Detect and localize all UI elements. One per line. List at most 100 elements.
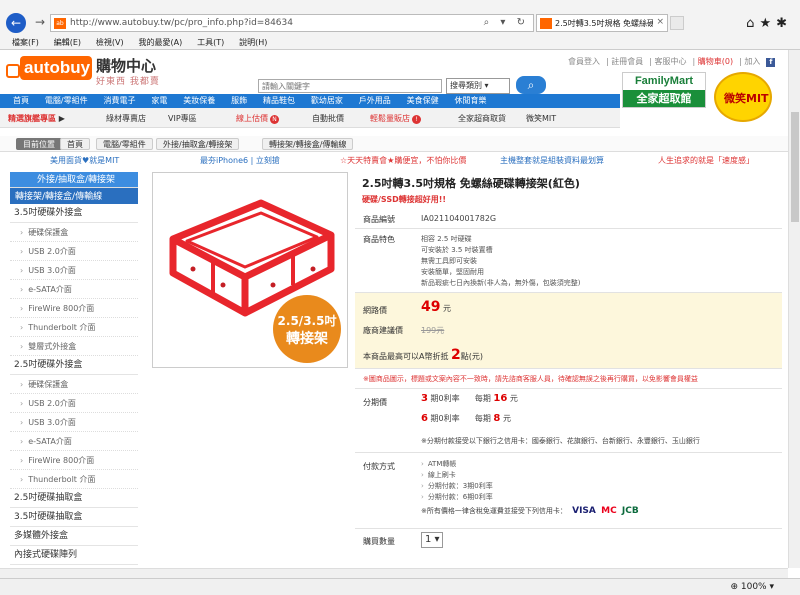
hdd-bracket-image: 2.5/3.5吋 轉接架: [169, 199, 341, 363]
facebook-icon[interactable]: f: [766, 58, 776, 67]
mit-badge[interactable]: 微笑MIT: [714, 72, 772, 122]
promo-link-5[interactable]: 人生追求的就是「速度感」: [658, 155, 754, 166]
back-button[interactable]: ←: [6, 13, 26, 33]
nav-outdoor[interactable]: 戶外用品: [359, 94, 391, 108]
sidebar-subitem[interactable]: USB 3.0介面: [10, 261, 138, 280]
close-tab-icon[interactable]: ×: [656, 17, 664, 27]
points-text: 本商品最高可以A幣折抵: [363, 352, 449, 361]
vertical-scrollbar[interactable]: [788, 50, 800, 568]
sidebar-subitem[interactable]: Thunderbolt 介面: [10, 470, 138, 489]
search-box[interactable]: [258, 79, 442, 93]
sidebar-category[interactable]: 3.5吋硬碟外接盒: [10, 204, 138, 223]
search-category-select[interactable]: 搜尋類別 ▾: [446, 78, 510, 94]
menu-view[interactable]: 檢視(V): [96, 36, 124, 50]
subnav-auto-price[interactable]: 自動批價: [312, 113, 344, 124]
quantity-select[interactable]: 1 ▾: [421, 532, 443, 548]
sidebar-category[interactable]: 2.5吋硬碟外接盒: [10, 356, 138, 375]
product-image[interactable]: 2.5/3.5吋 轉接架: [152, 172, 348, 368]
subnav-online-quote-label: 線上估價: [236, 114, 268, 123]
sidebar-subitem[interactable]: 硬碟保護盒: [10, 223, 138, 242]
payment-item: ATM轉帳: [421, 459, 639, 470]
menu-file[interactable]: 檔案(F): [12, 36, 39, 50]
breadcrumb-home[interactable]: 首頁: [60, 138, 90, 150]
search-refresh-icon[interactable]: ⌕ ▾ ↻: [484, 17, 529, 28]
sidebar-category[interactable]: 多媒體外接盒: [10, 527, 138, 546]
horizontal-scrollbar[interactable]: [0, 568, 788, 578]
new-tab-button[interactable]: [670, 16, 684, 30]
sidebar-subitem[interactable]: e-SATA介面: [10, 432, 138, 451]
home-icon[interactable]: ⌂: [746, 16, 759, 31]
sidebar-subitem[interactable]: 硬碟保護盒: [10, 375, 138, 394]
nav-computer[interactable]: 電腦/零組件: [45, 94, 88, 108]
breadcrumb-computer[interactable]: 電腦/零組件: [96, 138, 153, 150]
nav-home-living[interactable]: 歡幼居家: [311, 94, 343, 108]
subnav-online-quote[interactable]: 線上估價 N: [236, 113, 279, 124]
settings-gear-icon[interactable]: ✱: [776, 16, 792, 31]
promo-link-1[interactable]: 美用面貨♥就是MIT: [50, 155, 119, 166]
promo-link-4[interactable]: 主機整套就是組裝資料最划算: [500, 155, 604, 166]
sidebar-subitem[interactable]: USB 2.0介面: [10, 394, 138, 413]
breadcrumb-adapter[interactable]: 轉接架/轉接盒/傳輸線: [262, 138, 354, 150]
sidebar-subitem[interactable]: USB 2.0介面: [10, 242, 138, 261]
autobuy-logo[interactable]: autobuy: [6, 56, 92, 82]
scrollbar-thumb[interactable]: [791, 112, 799, 222]
code-label: 商品編號: [363, 215, 395, 224]
address-url[interactable]: http://www.autobuy.tw/pc/pro_info.php?id…: [70, 18, 293, 28]
tab-title: 2.5吋轉3.5吋規格 免螺絲硬碟...: [555, 19, 653, 28]
card-note: ※所有價格一律含稅免運費並接受下列信用卡： VISA MC JCB: [421, 506, 639, 516]
sidebar-category[interactable]: 內接式硬碟陣列: [10, 546, 138, 565]
sidebar-category[interactable]: 3.5吋硬碟抽取盒: [10, 508, 138, 527]
search-button[interactable]: ⌕: [516, 76, 546, 94]
sidebar-heading-adapter[interactable]: 轉接架/轉接盒/傳輸線: [10, 188, 138, 204]
promo-link-2[interactable]: 最夯iPhone6 | 立刻搶: [200, 155, 280, 166]
address-bar[interactable]: ab http://www.autobuy.tw/pc/pro_info.php…: [50, 14, 534, 32]
register-link[interactable]: 註冊會員: [611, 57, 643, 66]
nav-bags[interactable]: 精品鞋包: [263, 94, 295, 108]
feature-item: 可安裝於 3.5 吋裝置槽: [421, 246, 493, 254]
subnav-vip[interactable]: VIP專區: [168, 113, 197, 124]
familymart-label: 全家超取館: [623, 90, 705, 107]
cart-link[interactable]: 購物車(0): [698, 57, 733, 66]
feature-list: 相容 2.5 吋硬碟 可安裝於 3.5 吋裝置槽 無需工具即可安裝 安裝簡單，堅…: [421, 234, 580, 289]
subnav-mit[interactable]: 微笑MIT: [526, 113, 556, 124]
menu-tools[interactable]: 工具(T): [197, 36, 224, 50]
jcb-icon: JCB: [621, 506, 639, 516]
menu-help[interactable]: 說明(H): [239, 36, 267, 50]
browser-tab[interactable]: 2.5吋轉3.5吋規格 免螺絲硬碟... ×: [536, 14, 668, 32]
status-bar: ⊕ 100% ▾: [0, 578, 800, 595]
subnav-bulk-store[interactable]: 輕鬆量販店!: [370, 113, 421, 124]
nav-home[interactable]: 首頁: [13, 94, 29, 108]
flagship-zone-link[interactable]: 精選旗艦專區 ▶: [8, 113, 65, 124]
familymart-banner[interactable]: FamilyMart 全家超取館: [622, 72, 706, 108]
zoom-level[interactable]: ⊕ 100% ▾: [730, 582, 774, 592]
breadcrumb-enclosure[interactable]: 外接/抽取盒/轉接架: [156, 138, 240, 150]
login-link[interactable]: 會員登入: [568, 57, 600, 66]
sidebar-subitem[interactable]: e-SATA介面: [10, 280, 138, 299]
nav-food[interactable]: 美食保健: [407, 94, 439, 108]
join-link[interactable]: 加入: [744, 57, 760, 66]
favorites-star-icon[interactable]: ★: [759, 16, 776, 31]
sidebar-subitem[interactable]: FireWire 800介面: [10, 451, 138, 470]
breadcrumb-location-label: 目前位置: [16, 138, 62, 150]
nav-leisure[interactable]: 休閒育樂: [454, 94, 486, 108]
price-row: 網路價 49 元 廠商建議價 199元 本商品最高可以A幣折抵 2點(元): [355, 293, 782, 369]
service-link[interactable]: 客服中心: [655, 57, 687, 66]
forward-button[interactable]: →: [30, 13, 50, 33]
search-input[interactable]: [259, 80, 439, 92]
subnav-green-store[interactable]: 綠材專賣店: [106, 113, 146, 124]
nav-apparel[interactable]: 服飾: [231, 94, 247, 108]
promo-link-3[interactable]: ☆天天特賣會★購便宜，不怕你比價: [340, 155, 466, 166]
sidebar-subitem[interactable]: Thunderbolt 介面: [10, 318, 138, 337]
sidebar-subitem[interactable]: 雙層式外接盒: [10, 337, 138, 356]
installment-6-per: 每期: [474, 414, 491, 423]
sidebar-subitem[interactable]: USB 3.0介面: [10, 413, 138, 432]
nav-appliances[interactable]: 家電: [151, 94, 167, 108]
menu-favorites[interactable]: 我的最愛(A): [138, 36, 182, 50]
menu-edit[interactable]: 編輯(E): [54, 36, 81, 50]
sidebar-category[interactable]: 2.5吋硬碟抽取盒: [10, 489, 138, 508]
nav-electronics[interactable]: 消費電子: [103, 94, 135, 108]
nav-beauty[interactable]: 美妝保養: [183, 94, 215, 108]
sidebar-subitem[interactable]: FireWire 800介面: [10, 299, 138, 318]
sidebar-heading-enclosure[interactable]: 外接/抽取盒/轉接架: [10, 172, 138, 188]
subnav-familymart[interactable]: 全家超商取貨: [458, 113, 506, 124]
